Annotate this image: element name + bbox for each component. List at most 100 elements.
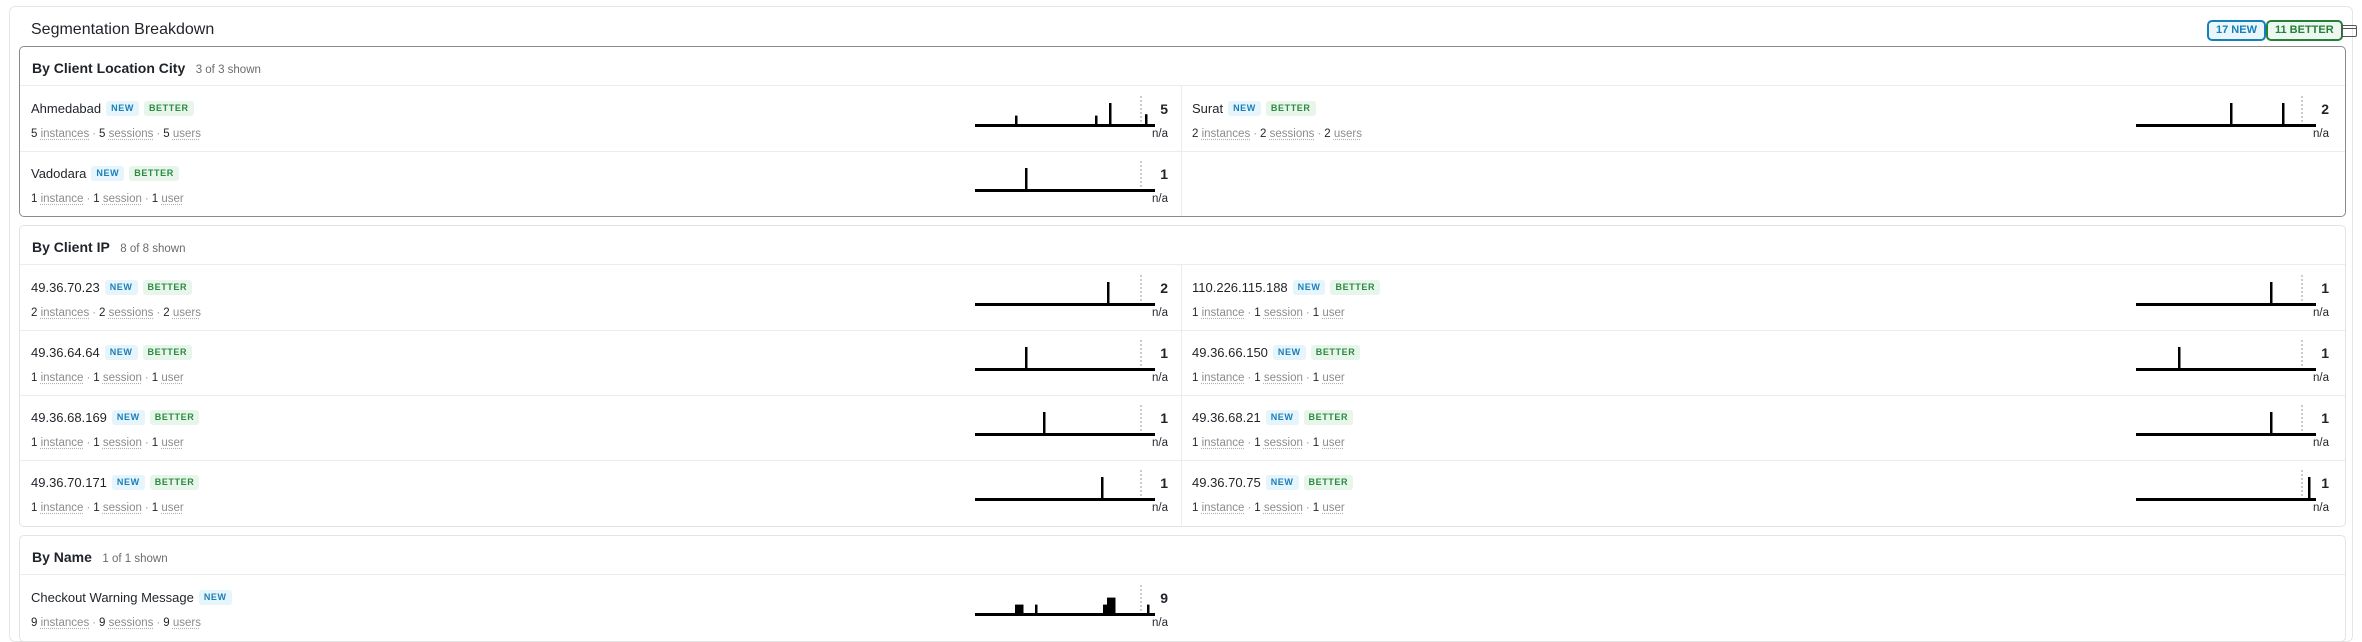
sessions-link[interactable]: session [1264,307,1303,319]
segment-item-49-36-68-21[interactable]: 49.36.68.21 NEW BETTER 1 instance · 1 session… [1181,395,2341,460]
segment-name[interactable]: 49.36.66.150 [1192,345,1268,360]
segment-stats: 2 instances · 2 sessions · 2 users [31,307,201,319]
sparkline-chart[interactable] [2136,269,2316,307]
segment-item-49-36-66-150[interactable]: 49.36.66.150 NEW BETTER 1 instance · 1 sessio… [1181,330,2341,395]
sessions-link[interactable]: sessions [1270,128,1315,140]
users-count: 5 [163,128,170,140]
users-link[interactable]: users [1334,128,1362,140]
segment-item-49-36-70-23[interactable]: 49.36.70.23 NEW BETTER 2 instances · 2 sessio… [20,265,1180,330]
segment-stats: 1 instance · 1 session · 1 user [31,193,184,205]
instances-count: 1 [31,372,38,384]
sparkline-bar [1145,114,1148,124]
users-link[interactable]: user [1322,307,1344,319]
users-link[interactable]: user [161,437,183,449]
segment-item-49-36-68-169[interactable]: 49.36.68.169 NEW BETTER 1 instance · 1 sessio… [20,395,1180,460]
sessions-link[interactable]: session [1264,502,1303,514]
sparkline-chart[interactable] [975,155,1155,193]
sparkline-chart[interactable] [975,269,1155,307]
segment-change: n/a [1152,372,1168,384]
instances-link[interactable]: instance [41,372,84,384]
segment-change: n/a [1152,617,1168,629]
sessions-count: 1 [1254,372,1261,384]
sessions-link[interactable]: session [1264,372,1303,384]
segment-change: n/a [1152,193,1168,205]
instances-count: 2 [1192,128,1199,140]
instances-link[interactable]: instance [1202,307,1245,319]
users-link[interactable]: users [173,128,201,140]
separator-dot: · [1305,307,1310,319]
sparkline-chart[interactable] [2136,90,2316,128]
segment-item-vadodara[interactable]: Vadodara NEW BETTER 1 instance · 1 session · 1 … [20,151,1180,216]
instances-link[interactable]: instances [41,128,90,140]
sparkline-chart[interactable] [2136,334,2316,372]
users-count: 1 [151,502,159,514]
sparkline-chart[interactable] [975,334,1155,372]
users-link[interactable]: user [1322,437,1344,449]
segment-item-ahmedabad[interactable]: Ahmedabad NEW BETTER 5 instances · 5 sessions… [20,86,1180,151]
segment-item-49-36-64-64[interactable]: 49.36.64.64 NEW BETTER 1 instance · 1 session… [20,330,1180,395]
segment-change: n/a [2313,372,2329,384]
sessions-link[interactable]: session [103,437,142,449]
segment-total: 1 [2321,345,2329,361]
new-count-badge[interactable]: 17 NEW [2207,20,2266,41]
better-count-badge[interactable]: 11 BETTER [2266,20,2343,41]
users-link[interactable]: users [173,307,201,319]
users-link[interactable]: user [161,502,183,514]
sparkline-chart[interactable] [975,579,1155,617]
sessions-link[interactable]: sessions [109,128,154,140]
segment-name[interactable]: 49.36.64.64 [31,345,100,360]
sessions-link[interactable]: sessions [109,307,154,319]
sparkline-chart[interactable] [2136,399,2316,437]
sessions-link[interactable]: session [103,193,142,205]
users-count: 1 [1312,502,1320,514]
sessions-link[interactable]: session [1264,437,1303,449]
sparkline-chart[interactable] [975,90,1155,128]
segment-name[interactable]: 49.36.68.169 [31,410,107,425]
instances-link[interactable]: instance [1202,502,1245,514]
instances-link[interactable]: instance [41,502,84,514]
instances-link[interactable]: instance [1202,437,1245,449]
better-tag: BETTER [142,280,193,295]
segment-name[interactable]: Surat [1192,101,1223,116]
sparkline-chart[interactable] [975,464,1155,502]
sessions-link[interactable]: session [103,372,142,384]
sparkline-bar [1025,168,1028,189]
segment-item-110-226-115-188[interactable]: 110.226.115.188 NEW BETTER 1 instance · 1 ses… [1181,265,2341,330]
instances-link[interactable]: instance [41,437,84,449]
instances-link[interactable]: instance [41,193,84,205]
sessions-link[interactable]: sessions [109,617,154,629]
segment-name-row: 49.36.68.21 NEW BETTER [1192,410,1354,425]
sessions-link[interactable]: session [103,502,142,514]
instances-link[interactable]: instances [41,617,90,629]
segment-name[interactable]: Vadodara [31,166,86,181]
separator-dot: · [86,502,91,514]
segment-item-surat[interactable]: Surat NEW BETTER 2 instances · 2 sessions · 2 u… [1181,86,2341,151]
segment-item-49-36-70-171[interactable]: 49.36.70.171 NEW BETTER 1 instance · 1 sessio… [20,460,1180,525]
sparkline-bar [2178,347,2181,368]
sparkline-chart[interactable] [975,399,1155,437]
segment-name[interactable]: Checkout Warning Message [31,590,194,605]
segment-name[interactable]: 110.226.115.188 [1192,280,1288,295]
window-icon[interactable] [2341,25,2357,37]
segment-item-checkout-warning-message[interactable]: Checkout Warning Message NEW 9 instances · 9… [20,575,1180,640]
separator-dot: · [86,193,91,205]
segment-stats: 5 instances · 5 sessions · 5 users [31,128,201,140]
segment-name[interactable]: Ahmedabad [31,101,101,116]
segment-name[interactable]: 49.36.70.75 [1192,475,1261,490]
instances-link[interactable]: instance [1202,372,1245,384]
users-link[interactable]: users [173,617,201,629]
users-link[interactable]: user [161,193,183,205]
instances-link[interactable]: instances [41,307,90,319]
segment-name[interactable]: 49.36.70.23 [31,280,100,295]
users-link[interactable]: user [1322,372,1344,384]
users-link[interactable]: user [1322,502,1344,514]
segment-name[interactable]: 49.36.70.171 [31,475,107,490]
segment-item-49-36-70-75[interactable]: 49.36.70.75 NEW BETTER 1 instance · 1 session… [1181,460,2341,525]
segment-total: 5 [1160,101,1168,117]
sparkline-bar [1043,412,1046,433]
segment-name[interactable]: 49.36.68.21 [1192,410,1261,425]
instances-link[interactable]: instances [1202,128,1251,140]
users-link[interactable]: user [161,372,183,384]
segment-name-row: 49.36.68.169 NEW BETTER [31,410,200,425]
sparkline-chart[interactable] [2136,464,2316,502]
